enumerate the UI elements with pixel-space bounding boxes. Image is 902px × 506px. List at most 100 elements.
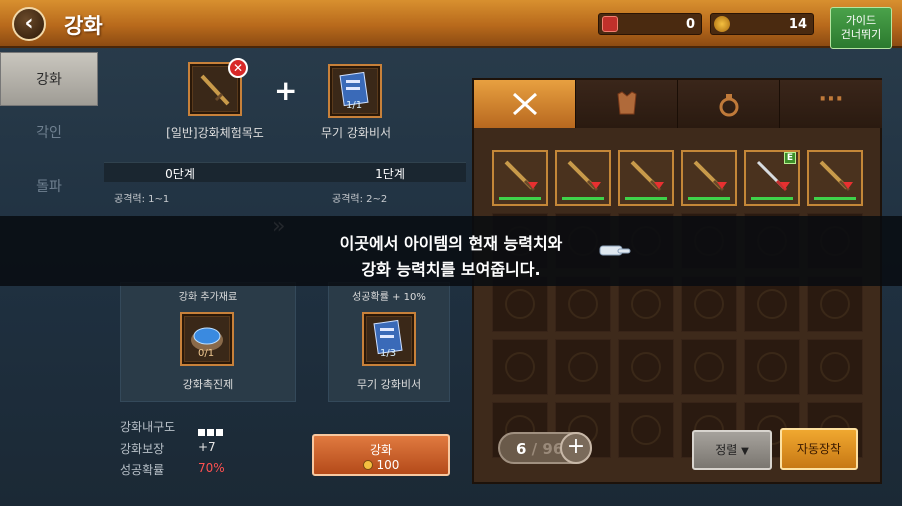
success-item-name: 무기 강화비서: [356, 378, 422, 391]
page-title: 강화: [64, 14, 103, 38]
plus-icon: +: [274, 74, 298, 107]
tab-breakthrough[interactable]: 돌파: [0, 160, 98, 214]
tutorial-overlay[interactable]: 이곳에서 아이템의 현재 능력치와 강화 능력치를 보여줍니다.: [0, 216, 902, 286]
empty-inventory-slot: [555, 339, 611, 395]
extra-material-title: 강화 추가재료: [178, 292, 238, 303]
durability-pips: [198, 421, 223, 440]
attack-next: 공격력: 2~2: [332, 194, 388, 205]
durability-bar: [625, 197, 667, 200]
sort-label: 정렬: [715, 443, 738, 457]
inventory-item[interactable]: [555, 150, 611, 206]
empty-inventory-slot: [744, 339, 800, 395]
empty-slot-emblem-icon: [505, 289, 535, 319]
empty-inventory-slot: [681, 339, 737, 395]
tab-enhance[interactable]: 강화: [0, 52, 98, 106]
stage-next: 1단계: [375, 167, 405, 181]
pointing-hand-icon: [599, 245, 631, 256]
empty-inventory-slot: [492, 339, 548, 395]
empty-slot-emblem-icon: [568, 352, 598, 382]
armor-icon: [617, 91, 637, 115]
gem-icon: [602, 16, 618, 32]
expand-inventory-button[interactable]: +: [560, 432, 592, 464]
skip-guide-label-2: 건너뛰기: [840, 28, 882, 41]
durability-pip: [207, 429, 214, 436]
durability-pip: [198, 429, 205, 436]
material-item-slot[interactable]: 1/1: [328, 64, 382, 118]
crossed-swords-icon: [512, 92, 538, 116]
stage-current: 0단계: [165, 167, 195, 181]
inventory-item[interactable]: [681, 150, 737, 206]
rate-value: 70%: [198, 461, 225, 475]
gold-coin-icon: [362, 460, 373, 470]
empty-slot-emblem-icon: [505, 352, 535, 382]
empty-slot-emblem-icon: [694, 352, 724, 382]
more-icon: ···: [818, 87, 844, 112]
enhance-cost-value: 100: [376, 458, 400, 472]
back-button[interactable]: ‹: [12, 7, 46, 41]
tab-engrave[interactable]: 각인: [0, 106, 98, 160]
durability-bar: [751, 197, 793, 200]
inventory-item[interactable]: [618, 150, 674, 206]
inventory-count: 6: [516, 440, 527, 458]
empty-slot-emblem-icon: [757, 289, 787, 319]
enhance-button-label: 강화: [369, 443, 393, 457]
protect-label: 강화보장: [120, 442, 165, 456]
empty-inventory-slot: [807, 339, 863, 395]
protect-value: +7: [198, 440, 216, 454]
enhance-screen: ‹ 강화 0 14 가이드 건너뛰기 강화 각인 돌파 ✕ + 1/1 [일반]…: [0, 0, 902, 506]
top-bar: ‹ 강화 0 14 가이드 건너뛰기: [0, 0, 902, 49]
tab-more[interactable]: ···: [780, 80, 882, 128]
enhance-cost: 100: [314, 458, 448, 472]
enhance-button[interactable]: 강화 100: [312, 434, 450, 476]
count-separator: /: [531, 440, 538, 458]
empty-slot-emblem-icon: [631, 352, 661, 382]
rate-label: 성공확률: [120, 463, 165, 477]
empty-slot-emblem-icon: [820, 289, 850, 319]
tab-accessory[interactable]: [678, 80, 780, 128]
empty-slot-emblem-icon: [631, 415, 661, 445]
durability-bar: [562, 197, 604, 200]
sort-button[interactable]: 정렬 ▼: [692, 430, 772, 470]
empty-slot-emblem-icon: [694, 289, 724, 319]
currency-gold: 14: [710, 13, 814, 35]
success-bonus-title: 성공확률 + 10%: [352, 292, 426, 303]
target-item-name: [일반]강화체험목도: [166, 126, 264, 140]
skip-guide-button[interactable]: 가이드 건너뛰기: [830, 7, 892, 49]
empty-slot-emblem-icon: [757, 352, 787, 382]
tab-armor[interactable]: [576, 80, 678, 128]
sort-down-icon: ▼: [741, 446, 749, 457]
empty-inventory-slot: [618, 339, 674, 395]
auto-equip-button[interactable]: 자동장착: [780, 428, 858, 470]
success-item-count: 1/3: [380, 348, 397, 359]
booster-count: 0/1: [198, 348, 215, 359]
empty-inventory-slot: [618, 402, 674, 458]
gold-coin-icon: [714, 16, 730, 32]
durability-bar: [499, 197, 541, 200]
durability-label: 강화내구도: [120, 420, 176, 434]
empty-slot-emblem-icon: [631, 289, 661, 319]
material-item-name: 무기 강화비서: [320, 126, 392, 140]
tab-weapons[interactable]: [474, 80, 576, 128]
booster-name: 강화촉진제: [182, 378, 234, 391]
currency-gem-value: 0: [685, 17, 695, 32]
currency-gem: 0: [598, 13, 702, 35]
ring-icon: [719, 94, 739, 117]
booster-slot[interactable]: 0/1: [180, 312, 234, 366]
material-count: 1/1: [346, 100, 363, 111]
inventory-item[interactable]: [492, 150, 548, 206]
currency-gold-value: 14: [788, 17, 807, 32]
success-item-slot[interactable]: 1/3: [362, 312, 416, 366]
durability-pip: [216, 429, 223, 436]
empty-slot-emblem-icon: [820, 352, 850, 382]
inventory-item[interactable]: E: [744, 150, 800, 206]
durability-bar: [688, 197, 730, 200]
durability-bar: [814, 197, 856, 200]
skip-guide-label-1: 가이드: [845, 14, 877, 27]
tutorial-line-2: 강화 능력치를 보여줍니다.: [361, 260, 541, 279]
empty-slot-emblem-icon: [568, 289, 598, 319]
inventory-item[interactable]: [807, 150, 863, 206]
equipped-badge: E: [784, 152, 796, 164]
tutorial-line-1: 이곳에서 아이템의 현재 능력치와: [339, 234, 563, 253]
attack-current: 공격력: 1~1: [114, 194, 170, 205]
remove-item-icon[interactable]: ✕: [228, 58, 248, 78]
